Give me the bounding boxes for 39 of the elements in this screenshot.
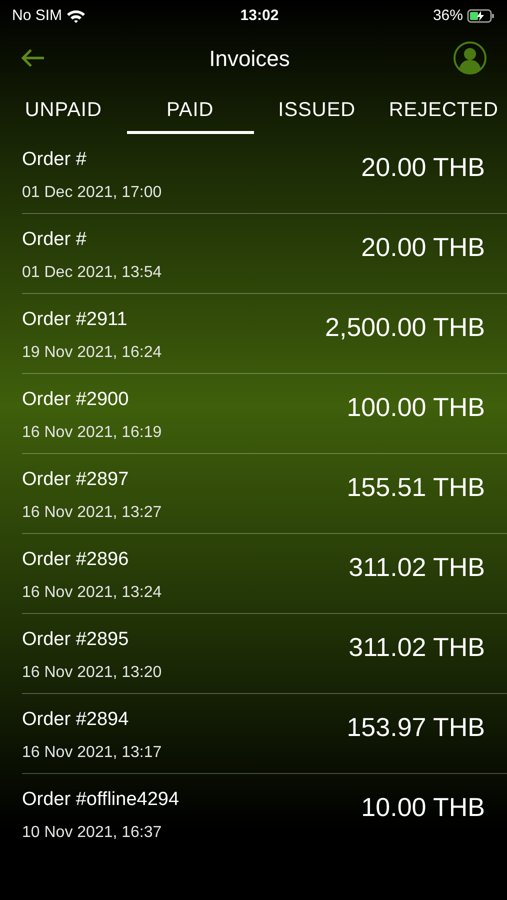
order-amount: 10.00 THB — [361, 791, 485, 824]
order-number: Order # — [22, 228, 88, 252]
battery-label: 36% — [432, 6, 463, 26]
order-amount: 311.02 THB — [348, 631, 485, 664]
order-date: 10 Nov 2021, 16:37 — [22, 822, 163, 842]
order-number: Order # — [22, 148, 88, 172]
tab[interactable]: REJECTED — [380, 88, 507, 134]
order-amount: 20.00 THB — [361, 151, 485, 184]
battery-charging-icon — [466, 9, 495, 23]
order-date: 16 Nov 2021, 13:24 — [22, 582, 162, 602]
back-arrow-icon[interactable] — [20, 48, 46, 68]
wifi-icon — [66, 8, 86, 24]
order-number: Order #offline4294 — [22, 788, 180, 812]
order-date: 16 Nov 2021, 16:19 — [22, 422, 162, 442]
order-date: 16 Nov 2021, 13:17 — [22, 742, 162, 762]
order-number: Order #2900 — [22, 388, 130, 412]
order-amount: 311.02 THB — [348, 551, 485, 584]
carrier-label: No SIM — [12, 6, 62, 26]
order-date: 16 Nov 2021, 13:27 — [22, 502, 162, 522]
order-date: 01 Dec 2021, 17:00 — [22, 182, 162, 202]
clock-label: 13:02 — [240, 6, 279, 26]
page-title: Invoices — [209, 44, 290, 72]
order-amount: 2,500.00 THB — [325, 311, 485, 344]
tab[interactable]: UNPAID — [0, 88, 127, 134]
order-date: 16 Nov 2021, 13:20 — [22, 662, 162, 682]
order-number: Order #2894 — [22, 708, 130, 732]
tab[interactable]: ISSUED — [254, 88, 380, 134]
order-number: Order #2897 — [22, 468, 130, 492]
tab[interactable]: PAID — [126, 88, 254, 134]
order-date: 19 Nov 2021, 16:24 — [22, 342, 162, 362]
order-number: Order #2911 — [22, 308, 128, 332]
order-amount: 20.00 THB — [361, 231, 485, 264]
order-amount: 153.97 THB — [346, 711, 485, 744]
order-number: Order #2896 — [22, 548, 130, 572]
order-date: 01 Dec 2021, 13:54 — [22, 262, 162, 282]
order-amount: 100.00 THB — [346, 391, 485, 424]
order-number: Order #2895 — [22, 628, 130, 652]
order-amount: 155.51 THB — [346, 471, 485, 504]
profile-avatar-icon[interactable] — [453, 41, 487, 75]
